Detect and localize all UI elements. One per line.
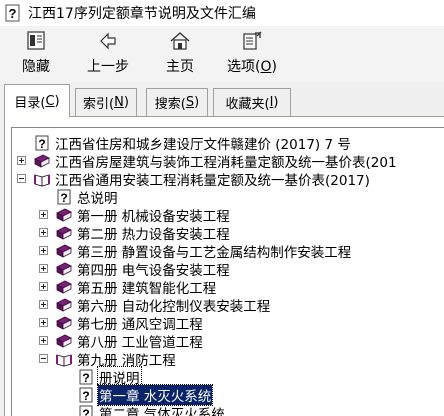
expand-icon[interactable] (39, 282, 48, 291)
tree-item-label: 第七册 通风空调工程 (77, 317, 203, 333)
tab-index[interactable]: 索引(N) (75, 88, 137, 116)
tree-item-label: 第六册 自动化控制仪表安装工程 (77, 299, 271, 315)
expand-icon[interactable] (39, 300, 48, 309)
tree-item-label: 册说明 (97, 366, 142, 388)
tab-search[interactable]: 搜索(S) (146, 88, 208, 116)
expand-icon[interactable] (39, 336, 48, 345)
hide-icon (25, 30, 47, 52)
tree-item-label: 第一册 机械设备安装工程 (77, 209, 230, 225)
expand-icon[interactable] (39, 318, 48, 327)
options-button[interactable]: 选项(O) (222, 28, 282, 78)
tree-item[interactable]: ? 江西省住房和城乡建设厅文件赣建价 (2017) 7 号 (34, 134, 352, 153)
tree-item[interactable]: 第五册 建筑智能化工程 (56, 278, 217, 297)
tree-item-label: 第九册 消防工程 (77, 353, 176, 369)
tree-item[interactable]: 第九册 消防工程 (56, 350, 177, 369)
svg-text:?: ? (38, 137, 45, 151)
tree-item[interactable]: 第七册 通风空调工程 (56, 314, 204, 333)
options-icon (241, 30, 263, 52)
open-book-icon (34, 171, 50, 187)
tree-item-label: 第五册 建筑智能化工程 (77, 281, 217, 297)
open-book-icon (56, 351, 72, 367)
home-icon (169, 30, 191, 52)
svg-text:?: ? (60, 191, 67, 205)
tree-item-label: 第三册 静置设备与工艺金属结构制作安装工程 (77, 245, 352, 261)
contents-panel: ? 江西省住房和城乡建设厅文件赣建价 (2017) 7 号江西省房屋建筑与装饰工程… (4, 116, 444, 416)
svg-text:?: ? (82, 389, 89, 403)
tree-item-label: 第二章 气体灭火系统 (99, 407, 225, 416)
back-button[interactable]: 上一步 (82, 28, 134, 78)
svg-text:?: ? (82, 371, 89, 385)
hide-button[interactable]: 隐藏 (14, 28, 58, 78)
closed-book-icon (56, 297, 72, 313)
help-page-icon: ? (78, 369, 94, 385)
home-label: 主页 (166, 59, 194, 75)
help-page-icon: ? (56, 189, 72, 205)
tree-item[interactable]: 江西省房屋建筑与装饰工程消耗量定额及统一基价表(201 (34, 152, 398, 171)
svg-text:?: ? (82, 407, 89, 416)
tab-favorites[interactable]: 收藏夹(I) (213, 88, 291, 116)
tree-item-label: 江西省房屋建筑与装饰工程消耗量定额及统一基价表(201 (55, 155, 397, 171)
tree-item[interactable]: 第四册 电气设备安装工程 (56, 260, 231, 279)
hide-label: 隐藏 (22, 59, 50, 75)
closed-book-icon (56, 225, 72, 241)
closed-book-icon (56, 207, 72, 223)
home-button[interactable]: 主页 (160, 28, 200, 78)
closed-book-icon (56, 279, 72, 295)
closed-book-icon (34, 153, 50, 169)
expand-icon[interactable] (39, 264, 48, 273)
tree-item[interactable]: ? 总说明 (56, 188, 119, 207)
tree-item-label: 总说明 (77, 191, 118, 207)
collapse-icon[interactable] (39, 354, 48, 363)
tree-item[interactable]: ? 第二章 气体灭火系统 (78, 404, 226, 416)
tree-item-label: 第八册 工业管道工程 (77, 335, 203, 351)
closed-book-icon (56, 243, 72, 259)
navigation-pane: 目录(C) 索引(N) 搜索(S) 收藏夹(I) ? 江西省住房和城乡建设厅文件赣… (0, 82, 444, 416)
tree-item[interactable]: 第六册 自动化控制仪表安装工程 (56, 296, 271, 315)
help-page-icon: ? (78, 405, 94, 416)
tree-item[interactable]: 江西省通用安装工程消耗量定额及统一基价表(2017) (34, 170, 371, 189)
expand-icon[interactable] (39, 246, 48, 255)
expand-icon[interactable] (39, 210, 48, 219)
closed-book-icon (56, 261, 72, 277)
tab-contents[interactable]: 目录(C) (4, 84, 70, 117)
tree-item-label: 江西省通用安装工程消耗量定额及统一基价表(2017) (55, 173, 370, 189)
back-label: 上一步 (87, 59, 129, 75)
back-arrow-icon (97, 30, 119, 52)
title-bar: ? 江西17序列定额章节说明及文件汇编 (0, 0, 444, 26)
help-app-icon: ? (4, 4, 22, 22)
tree-item-label: 江西省住房和城乡建设厅文件赣建价 (2017) 7 号 (55, 137, 351, 153)
tree-item-label: 第二册 热力设备安装工程 (77, 227, 230, 243)
help-page-icon: ? (34, 135, 50, 151)
window-title: 江西17序列定额章节说明及文件汇编 (28, 6, 256, 22)
tree-item[interactable]: ? 册说明 (78, 366, 142, 388)
svg-text:?: ? (9, 6, 17, 21)
tree-item[interactable]: 第一册 机械设备安装工程 (56, 206, 231, 225)
closed-book-icon (56, 315, 72, 331)
tree-item[interactable]: ? 第一章 水灭火系统 (78, 384, 214, 406)
tree-item[interactable]: 第二册 热力设备安装工程 (56, 224, 231, 243)
tree-item-label: 第四册 电气设备安装工程 (77, 263, 230, 279)
options-label: 选项(O) (227, 59, 277, 75)
tree-item[interactable]: 第八册 工业管道工程 (56, 332, 204, 351)
contents-tree[interactable]: ? 江西省住房和城乡建设厅文件赣建价 (2017) 7 号江西省房屋建筑与装饰工程… (11, 127, 444, 416)
toolbar: 隐藏 上一步 主页 选项(O) (0, 26, 444, 82)
collapse-icon[interactable] (17, 174, 26, 183)
tree-item[interactable]: 第三册 静置设备与工艺金属结构制作安装工程 (56, 242, 352, 261)
help-page-icon: ? (78, 387, 94, 403)
tree-item-label: 第一章 水灭火系统 (96, 384, 214, 406)
expand-icon[interactable] (17, 156, 26, 165)
expand-icon[interactable] (39, 228, 48, 237)
closed-book-icon (56, 333, 72, 349)
